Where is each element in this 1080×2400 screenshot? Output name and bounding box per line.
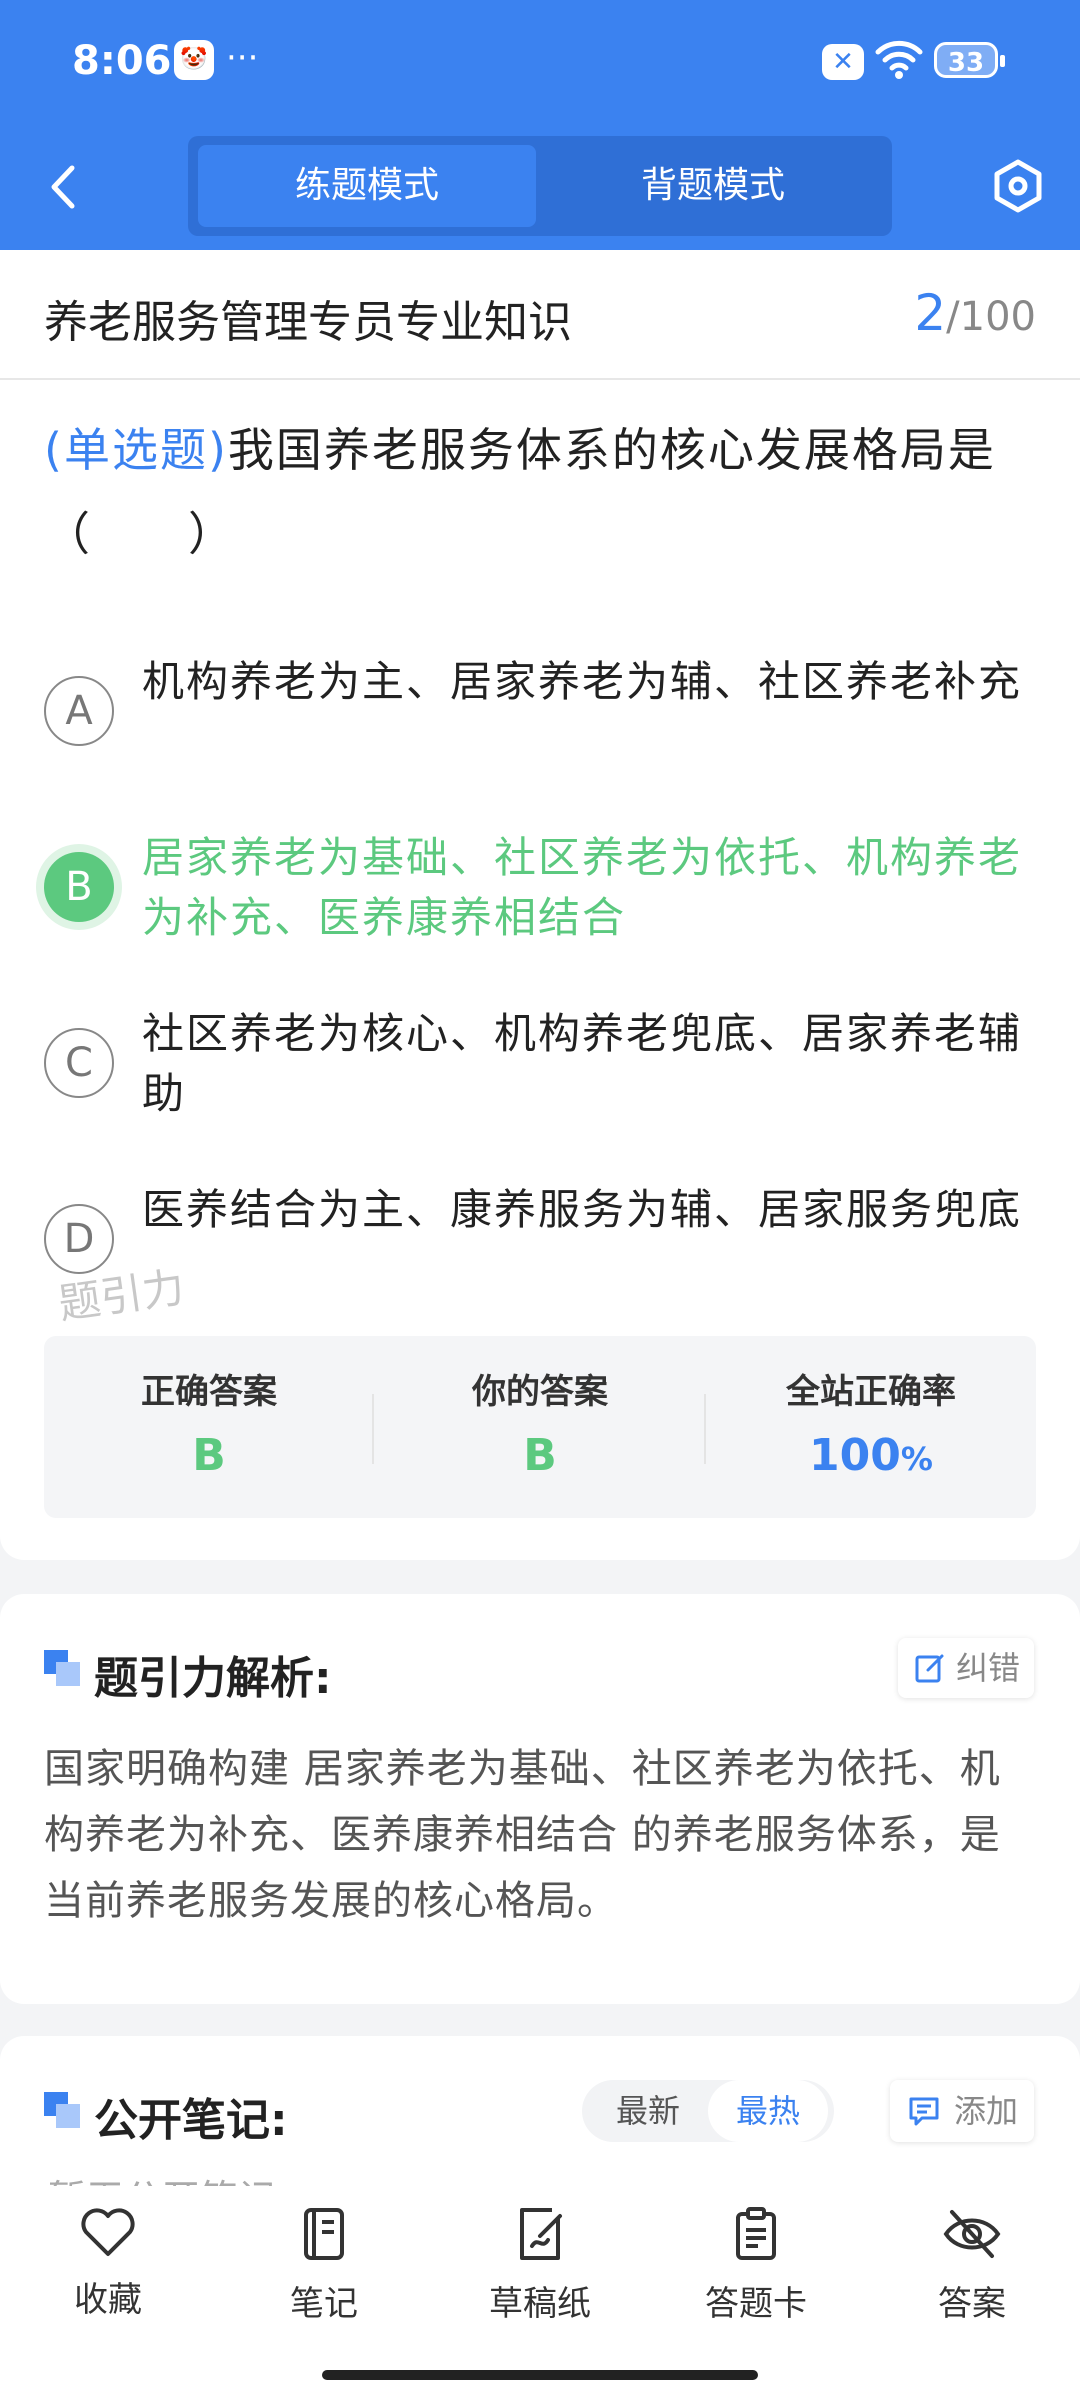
close-badge-icon: ✕ bbox=[822, 44, 864, 80]
scratch-paper-button[interactable]: 草稿纸 bbox=[460, 2206, 620, 2325]
option-text: 居家养老为基础、社区养老为依托、机构养老为补充、医养康养相结合 bbox=[142, 833, 1023, 942]
eye-off-icon bbox=[943, 2210, 1001, 2258]
total-questions: 100 bbox=[959, 294, 1036, 340]
option-d[interactable]: D 医养结合为主、康养服务为辅、居家服务兜底 bbox=[44, 1180, 1038, 1300]
back-arrow-icon[interactable] bbox=[44, 162, 84, 212]
option-letter: A bbox=[44, 676, 114, 746]
show-answer-label: 答案 bbox=[938, 2284, 1006, 2324]
notes-title: 公开笔记: bbox=[94, 2095, 288, 2146]
sort-hot[interactable]: 最热 bbox=[708, 2080, 828, 2142]
tab-practice-mode[interactable]: 练题模式 bbox=[198, 145, 536, 227]
home-indicator[interactable] bbox=[322, 2370, 758, 2380]
clipboard-icon bbox=[736, 2207, 776, 2260]
heart-icon bbox=[81, 2208, 135, 2256]
comment-icon bbox=[909, 2097, 939, 2126]
option-text: 机构养老为主、居家养老为辅、社区养老补充 bbox=[142, 657, 1023, 706]
add-note-button[interactable]: 添加 bbox=[890, 2080, 1034, 2142]
favorite-button[interactable]: 收藏 bbox=[28, 2206, 188, 2321]
analysis-card: 题引力解析: 纠错 国家明确构建 居家养老为基础、社区养老为依托、机构养老为补充… bbox=[0, 1594, 1080, 2004]
accuracy-unit: % bbox=[900, 1440, 933, 1478]
current-question-number: 2 bbox=[914, 284, 947, 342]
answer-card-button[interactable]: 答题卡 bbox=[676, 2206, 836, 2325]
option-text: 社区养老为核心、机构养老兜底、居家养老辅助 bbox=[142, 1009, 1023, 1118]
top-bar: 8:06 🤡 ··· ✕ 33 练题模式 背题模式 bbox=[0, 0, 1080, 250]
bottom-toolbar: 收藏 笔记 草稿纸 答题卡 答案 bbox=[0, 2186, 1080, 2400]
option-b[interactable]: B 居家养老为基础、社区养老为依托、机构养老为补充、医养康养相结合 bbox=[44, 828, 1038, 948]
accuracy-value: 100% bbox=[706, 1430, 1036, 1481]
option-letter: B bbox=[44, 852, 114, 922]
status-bar: 8:06 🤡 ··· ✕ 33 bbox=[0, 0, 1080, 120]
more-notifications-icon: ··· bbox=[226, 38, 259, 78]
option-text: 医养结合为主、康养服务为辅、居家服务兜底 bbox=[142, 1185, 1023, 1234]
question-counter: 2/100 bbox=[914, 284, 1036, 342]
accuracy-stat: 全站正确率 100% bbox=[706, 1336, 1036, 1518]
counter-separator: / bbox=[946, 294, 960, 340]
draft-paper-icon bbox=[520, 2208, 562, 2260]
question-text: (单选题)我国养老服务体系的核心发展格局是（ ） bbox=[44, 408, 1038, 576]
notes-button[interactable]: 笔记 bbox=[244, 2206, 404, 2325]
tab-memorize-mode[interactable]: 背题模式 bbox=[544, 145, 882, 227]
option-a[interactable]: A 机构养老为主、居家养老为辅、社区养老补充 bbox=[44, 652, 1038, 772]
accuracy-number: 100 bbox=[809, 1430, 901, 1481]
mode-switch: 练题模式 背题模式 bbox=[188, 136, 892, 236]
option-c[interactable]: C 社区养老为核心、机构养老兜底、居家养老辅助 bbox=[44, 1004, 1038, 1124]
notebook-icon bbox=[304, 2208, 344, 2260]
option-letter: C bbox=[44, 1028, 114, 1098]
notes-label: 笔记 bbox=[290, 2284, 358, 2324]
battery-indicator: 33 bbox=[934, 42, 1005, 78]
accuracy-label: 全站正确率 bbox=[786, 1372, 956, 1412]
show-answer-button[interactable]: 答案 bbox=[892, 2206, 1052, 2325]
subject-title: 养老服务管理专员专业知识 bbox=[44, 297, 572, 348]
add-note-label: 添加 bbox=[953, 2092, 1018, 2130]
notes-sort-toggle: 最新 最热 bbox=[582, 2080, 834, 2142]
correct-answer-value: B bbox=[192, 1430, 226, 1481]
report-error-button[interactable]: 纠错 bbox=[898, 1638, 1034, 1698]
scratch-paper-label: 草稿纸 bbox=[489, 2284, 591, 2324]
your-answer-label: 你的答案 bbox=[472, 1372, 608, 1412]
answer-card-label: 答题卡 bbox=[705, 2284, 807, 2324]
your-answer-stat: 你的答案 B bbox=[375, 1336, 705, 1518]
nav-bar: 练题模式 背题模式 bbox=[0, 120, 1080, 250]
report-error-label: 纠错 bbox=[955, 1649, 1020, 1687]
correct-answer-label: 正确答案 bbox=[141, 1372, 277, 1412]
status-time: 8:06 bbox=[72, 38, 172, 84]
section-square-icon bbox=[44, 1650, 82, 1688]
your-answer-value: B bbox=[523, 1430, 557, 1481]
question-card: 养老服务管理专员专业知识 2/100 (单选题)我国养老服务体系的核心发展格局是… bbox=[0, 250, 1080, 1560]
subject-header: 养老服务管理专员专业知识 2/100 bbox=[0, 250, 1080, 380]
settings-icon[interactable] bbox=[990, 158, 1046, 214]
wifi-icon bbox=[875, 40, 923, 79]
favorite-label: 收藏 bbox=[74, 2280, 142, 2320]
section-square-icon bbox=[44, 2092, 82, 2130]
edit-icon bbox=[915, 1654, 944, 1683]
question-type: (单选题) bbox=[44, 423, 228, 477]
app-notification-icon: 🤡 bbox=[174, 40, 214, 80]
sort-latest[interactable]: 最新 bbox=[588, 2080, 708, 2142]
correct-answer-stat: 正确答案 B bbox=[44, 1336, 374, 1518]
analysis-text: 国家明确构建 居家养老为基础、社区养老为依托、机构养老为补充、医养康养相结合 的… bbox=[44, 1746, 1001, 1924]
divider bbox=[372, 1394, 374, 1464]
analysis-title: 题引力解析: bbox=[94, 1653, 332, 1704]
answer-stats: 正确答案 B 你的答案 B 全站正确率 100% bbox=[44, 1336, 1036, 1518]
